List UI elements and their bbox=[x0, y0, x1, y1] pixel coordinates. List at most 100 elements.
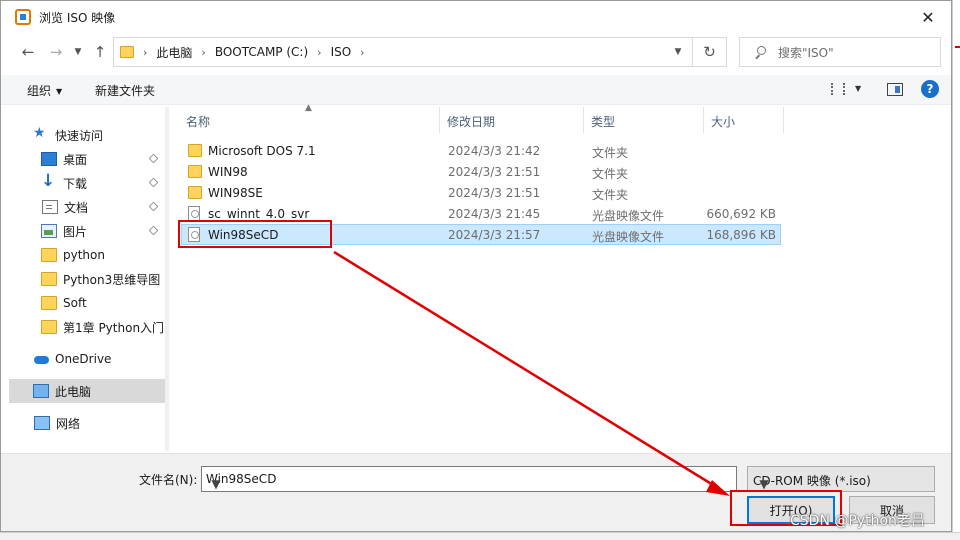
folder-icon bbox=[41, 296, 57, 310]
app-icon bbox=[15, 9, 31, 25]
breadcrumb-bootcamp[interactable]: BOOTCAMP (C:) bbox=[215, 45, 308, 59]
filename-label: 文件名(N): bbox=[139, 473, 198, 487]
column-header-date[interactable]: 修改日期 bbox=[447, 113, 495, 130]
sidebar-item-python[interactable]: python bbox=[9, 243, 165, 267]
close-button[interactable]: ✕ bbox=[905, 1, 951, 33]
file-name: sc_winnt_4.0_svr bbox=[208, 207, 310, 221]
file-dialog-window: 浏览 ISO 映像 ✕ ← → ▼ ↑ › 此电脑 › BOOTCAMP (C:… bbox=[0, 0, 952, 532]
desktop-icon bbox=[41, 152, 57, 166]
filename-input[interactable]: Win98SeCD ▼ bbox=[201, 466, 737, 492]
file-date: 2024/3/3 21:45 bbox=[448, 207, 541, 221]
title-bar: 浏览 ISO 映像 ✕ bbox=[1, 1, 951, 33]
file-size: 660,692 KB bbox=[706, 207, 776, 221]
view-mode-icon[interactable] bbox=[831, 83, 845, 95]
forward-arrow-icon[interactable]: → bbox=[45, 41, 67, 63]
sidebar-item-downloads[interactable]: 下载 bbox=[9, 171, 165, 195]
sidebar-item-soft[interactable]: Soft bbox=[9, 291, 165, 315]
file-name: WIN98SE bbox=[208, 186, 263, 200]
column-divider[interactable] bbox=[583, 107, 584, 133]
search-placeholder: 搜索"ISO" bbox=[778, 45, 834, 60]
pin-icon bbox=[148, 153, 159, 164]
column-header-row: ▲ 名称 修改日期 类型 大小 bbox=[177, 103, 787, 133]
folder-icon bbox=[41, 272, 57, 286]
sidebar-item-label: 网络 bbox=[56, 416, 81, 431]
table-row[interactable]: Microsoft DOS 7.1 2024/3/3 21:42 文件夹 bbox=[181, 140, 781, 161]
sort-ascending-icon: ▲ bbox=[305, 103, 312, 113]
sidebar-item-network[interactable]: 网络 bbox=[9, 411, 165, 435]
back-arrow-icon[interactable]: ← bbox=[17, 41, 39, 63]
background-window-edge bbox=[952, 0, 960, 540]
navigation-pane: 快速访问 桌面 下载 文档 图片 python Python3思维导 bbox=[9, 107, 169, 451]
breadcrumb-separator[interactable]: › bbox=[317, 46, 321, 59]
help-icon[interactable]: ? bbox=[921, 80, 939, 98]
file-list: ▲ 名称 修改日期 类型 大小 Microsoft DOS 7.1 2024/3… bbox=[177, 103, 951, 451]
column-header-size[interactable]: 大小 bbox=[711, 113, 735, 130]
sidebar-item-label: python bbox=[63, 248, 105, 262]
file-type: 文件夹 bbox=[592, 188, 629, 202]
table-row[interactable]: WIN98SE 2024/3/3 21:51 文件夹 bbox=[181, 182, 781, 203]
sidebar-item-python3-mindmap[interactable]: Python3思维导图 bbox=[9, 267, 165, 291]
search-input[interactable]: 搜索"ISO" bbox=[739, 37, 941, 67]
sidebar-item-this-pc[interactable]: 此电脑 bbox=[9, 379, 165, 403]
window-title: 浏览 ISO 映像 bbox=[39, 10, 116, 25]
sidebar-item-pictures[interactable]: 图片 bbox=[9, 219, 165, 243]
recent-locations-chevron-icon[interactable]: ▼ bbox=[67, 41, 89, 63]
view-options-chevron-icon[interactable]: ▼ bbox=[855, 84, 861, 93]
folder-icon bbox=[41, 248, 57, 262]
sidebar-item-label: Soft bbox=[63, 296, 87, 310]
sidebar-scrollbar[interactable] bbox=[165, 107, 169, 451]
watermark-text: CSDN @Python老吕 bbox=[790, 513, 925, 529]
file-name: Microsoft DOS 7.1 bbox=[208, 144, 316, 158]
download-icon bbox=[41, 171, 57, 191]
annotation-highlight-selected-file bbox=[178, 220, 332, 248]
table-row[interactable]: WIN98 2024/3/3 21:51 文件夹 bbox=[181, 161, 781, 182]
background-window-bottom bbox=[0, 532, 960, 540]
folder-icon bbox=[188, 186, 202, 199]
file-type: 文件夹 bbox=[592, 146, 629, 160]
file-date: 2024/3/3 21:51 bbox=[448, 186, 541, 200]
file-type: 光盘映像文件 bbox=[592, 230, 665, 244]
sidebar-item-quick-access[interactable]: 快速访问 bbox=[9, 123, 165, 147]
star-icon bbox=[33, 125, 49, 142]
sidebar-item-onedrive[interactable]: OneDrive bbox=[9, 347, 165, 371]
sidebar-item-label: 此电脑 bbox=[55, 384, 92, 399]
address-bar[interactable]: › 此电脑 › BOOTCAMP (C:) › ISO › ▼ ↻ bbox=[113, 37, 727, 67]
up-arrow-icon[interactable]: ↑ bbox=[89, 41, 111, 63]
column-divider[interactable] bbox=[439, 107, 440, 133]
background-annotation-mark bbox=[955, 46, 960, 48]
navigation-row: ← → ▼ ↑ › 此电脑 › BOOTCAMP (C:) › ISO › ▼ … bbox=[1, 35, 951, 69]
breadcrumb-iso[interactable]: ISO bbox=[331, 45, 352, 59]
file-date: 2024/3/3 21:51 bbox=[448, 165, 541, 179]
sidebar-item-documents[interactable]: 文档 bbox=[9, 195, 165, 219]
column-divider[interactable] bbox=[783, 107, 784, 133]
pin-icon bbox=[148, 177, 159, 188]
pin-icon bbox=[148, 201, 159, 212]
sidebar-item-chapter1[interactable]: 第1章 Python入门导 bbox=[9, 315, 165, 339]
breadcrumb-separator[interactable]: › bbox=[360, 46, 364, 59]
column-divider[interactable] bbox=[703, 107, 704, 133]
new-folder-button[interactable]: 新建文件夹 bbox=[95, 82, 155, 99]
address-folder-icon bbox=[120, 46, 134, 58]
preview-pane-icon[interactable] bbox=[887, 83, 903, 96]
folder-icon bbox=[188, 144, 202, 157]
folder-icon bbox=[188, 165, 202, 178]
address-dropdown-icon[interactable]: ▼ bbox=[666, 38, 690, 66]
file-name: WIN98 bbox=[208, 165, 248, 179]
chevron-down-icon: ▼ bbox=[56, 87, 63, 96]
this-pc-icon bbox=[33, 384, 49, 398]
column-header-name[interactable]: 名称 bbox=[186, 113, 210, 130]
column-header-type[interactable]: 类型 bbox=[591, 113, 615, 130]
file-type-filter-select[interactable]: CD-ROM 映像 (*.iso) ▼ bbox=[747, 466, 935, 492]
refresh-icon[interactable]: ↻ bbox=[692, 38, 726, 66]
sidebar-item-label: 第1章 Python入门导 bbox=[63, 320, 165, 335]
organize-menu-button[interactable]: 组织 ▼ bbox=[27, 82, 62, 99]
sidebar-item-label: 桌面 bbox=[63, 152, 88, 167]
breadcrumb-this-pc[interactable]: 此电脑 bbox=[156, 44, 192, 61]
sidebar-item-label: 图片 bbox=[63, 224, 88, 239]
sidebar-item-desktop[interactable]: 桌面 bbox=[9, 147, 165, 171]
organize-label: 组织 bbox=[27, 84, 52, 98]
filename-history-chevron-icon[interactable]: ▼ bbox=[206, 472, 226, 496]
toolbar: 组织 ▼ 新建文件夹 ▼ ? bbox=[1, 75, 951, 105]
pictures-icon bbox=[41, 224, 57, 238]
breadcrumb-separator[interactable]: › bbox=[201, 46, 205, 59]
